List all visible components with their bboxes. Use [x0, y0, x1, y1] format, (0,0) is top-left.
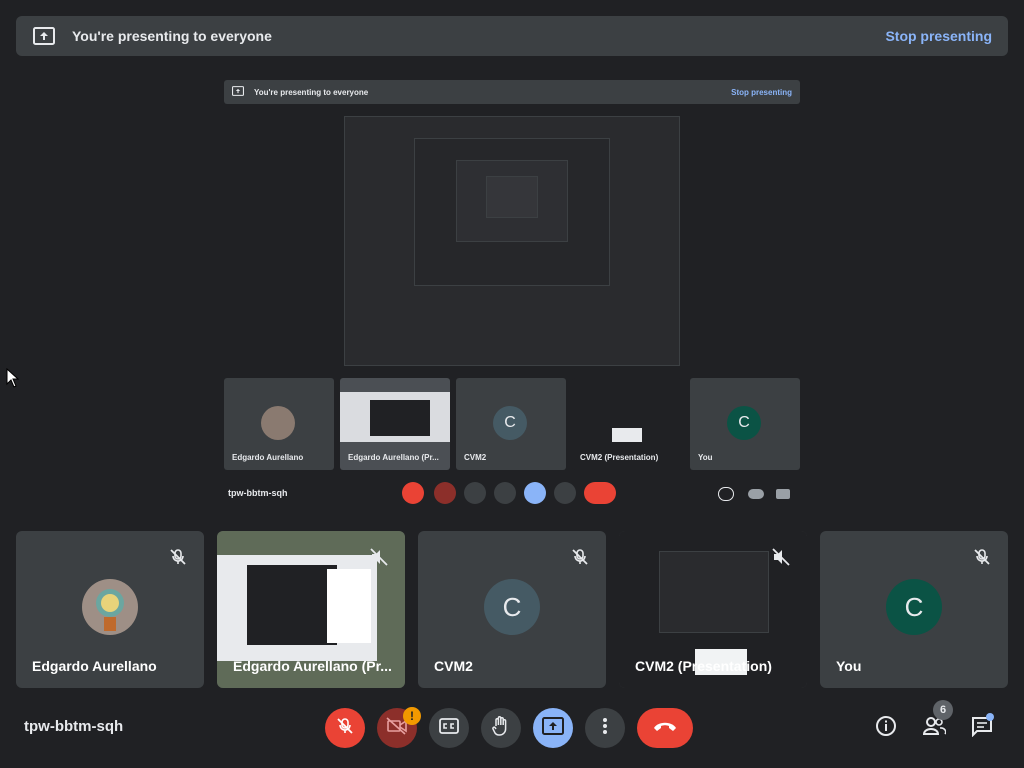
nested-screen-level-4	[486, 176, 538, 218]
hand-icon	[491, 715, 511, 742]
shared-tile-1: Edgardo Aurellano	[224, 378, 334, 470]
shared-screen-banner: You're presenting to everyone Stop prese…	[224, 80, 800, 104]
end-call-icon	[652, 719, 678, 737]
meeting-code: tpw-bbtm-sqh	[24, 718, 124, 735]
more-vert-icon	[554, 482, 576, 504]
shared-screen-banner-text: You're presenting to everyone	[254, 87, 369, 97]
end-call-icon	[584, 482, 616, 504]
present-screen-button[interactable]	[533, 708, 573, 748]
shared-tile-name: CVM2	[464, 453, 487, 462]
shared-screen-stop-label: Stop presenting	[731, 87, 792, 97]
hand-icon	[494, 482, 516, 504]
avatar	[82, 579, 138, 635]
volume-off-icon	[771, 547, 791, 567]
presentation-thumbnail	[612, 428, 642, 442]
avatar: C	[886, 579, 942, 635]
participant-tile-you[interactable]: C You	[820, 531, 1008, 688]
camera-alert-badge: !	[403, 707, 421, 725]
participant-name: CVM2 (Presentation)	[635, 658, 772, 674]
mouse-cursor-icon	[6, 367, 20, 393]
meeting-info-button[interactable]	[872, 714, 900, 742]
screen-share-dark-panel	[247, 565, 337, 645]
participant-name: Edgardo Aurellano	[32, 658, 157, 674]
more-options-button[interactable]	[585, 708, 625, 748]
participant-tile-cvm2[interactable]: C CVM2	[418, 531, 606, 688]
participant-name: Edgardo Aurellano (Pr...	[233, 658, 392, 674]
shared-tile-name: Edgardo Aurellano (Pr...	[348, 453, 439, 462]
shared-meeting-code: tpw-bbtm-sqh	[228, 488, 288, 498]
shared-tile-4: CVM2 (Presentation)	[572, 378, 682, 470]
mic-off-icon	[168, 547, 188, 567]
present-to-all-icon	[232, 86, 244, 98]
info-icon	[718, 487, 734, 501]
participant-tile-edgardo-presentation[interactable]: Edgardo Aurellano (Pr...	[217, 531, 405, 688]
shared-tile-5: C You	[690, 378, 800, 470]
shared-tile-3: C CVM2	[456, 378, 566, 470]
participant-name: You	[836, 658, 862, 674]
present-to-all-icon	[32, 24, 56, 48]
shared-tile-name: You	[698, 453, 713, 462]
shared-screen-tiles: Edgardo Aurellano Edgardo Aurellano (Pr.…	[224, 378, 800, 470]
present-screen-icon	[524, 482, 546, 504]
captions-icon	[464, 482, 486, 504]
mic-off-icon	[570, 547, 590, 567]
more-vert-icon	[602, 717, 608, 740]
chat-notification-dot	[986, 713, 994, 721]
presenting-banner: You're presenting to everyone Stop prese…	[16, 16, 1008, 56]
shared-screen-controls: tpw-bbtm-sqh	[224, 482, 800, 504]
mic-toggle-button[interactable]	[325, 708, 365, 748]
presenting-banner-text: You're presenting to everyone	[72, 28, 272, 44]
raise-hand-button[interactable]	[481, 708, 521, 748]
mic-off-icon	[972, 547, 992, 567]
presentation-nested-frame	[659, 551, 769, 633]
shared-screen-view: You're presenting to everyone Stop prese…	[224, 80, 800, 504]
captions-button[interactable]	[429, 708, 469, 748]
screen-share-thumbnail-inner	[370, 400, 430, 436]
info-icon	[875, 715, 897, 742]
screen-share-dialog	[327, 569, 371, 643]
people-count-badge: 6	[933, 700, 953, 720]
shared-tile-2: Edgardo Aurellano (Pr...	[340, 378, 450, 470]
mic-off-icon	[402, 482, 424, 504]
participant-tile-edgardo[interactable]: Edgardo Aurellano	[16, 531, 204, 688]
chat-icon	[776, 489, 790, 499]
present-screen-icon	[542, 716, 564, 740]
avatar: C	[493, 406, 527, 440]
shared-tile-name: Edgardo Aurellano	[232, 453, 304, 462]
leave-call-button[interactable]	[637, 708, 693, 748]
stop-presenting-button[interactable]: Stop presenting	[885, 28, 992, 44]
avatar: C	[727, 406, 761, 440]
shared-tile-name: CVM2 (Presentation)	[580, 453, 659, 462]
participant-name: CVM2	[434, 658, 473, 674]
avatar	[261, 406, 295, 440]
participant-tile-cvm2-presentation[interactable]: CVM2 (Presentation)	[619, 531, 807, 688]
people-icon	[748, 489, 764, 499]
captions-icon	[439, 717, 459, 739]
volume-off-icon	[369, 547, 389, 567]
avatar: C	[484, 579, 540, 635]
mic-off-icon	[335, 716, 355, 741]
camera-off-icon	[434, 482, 456, 504]
